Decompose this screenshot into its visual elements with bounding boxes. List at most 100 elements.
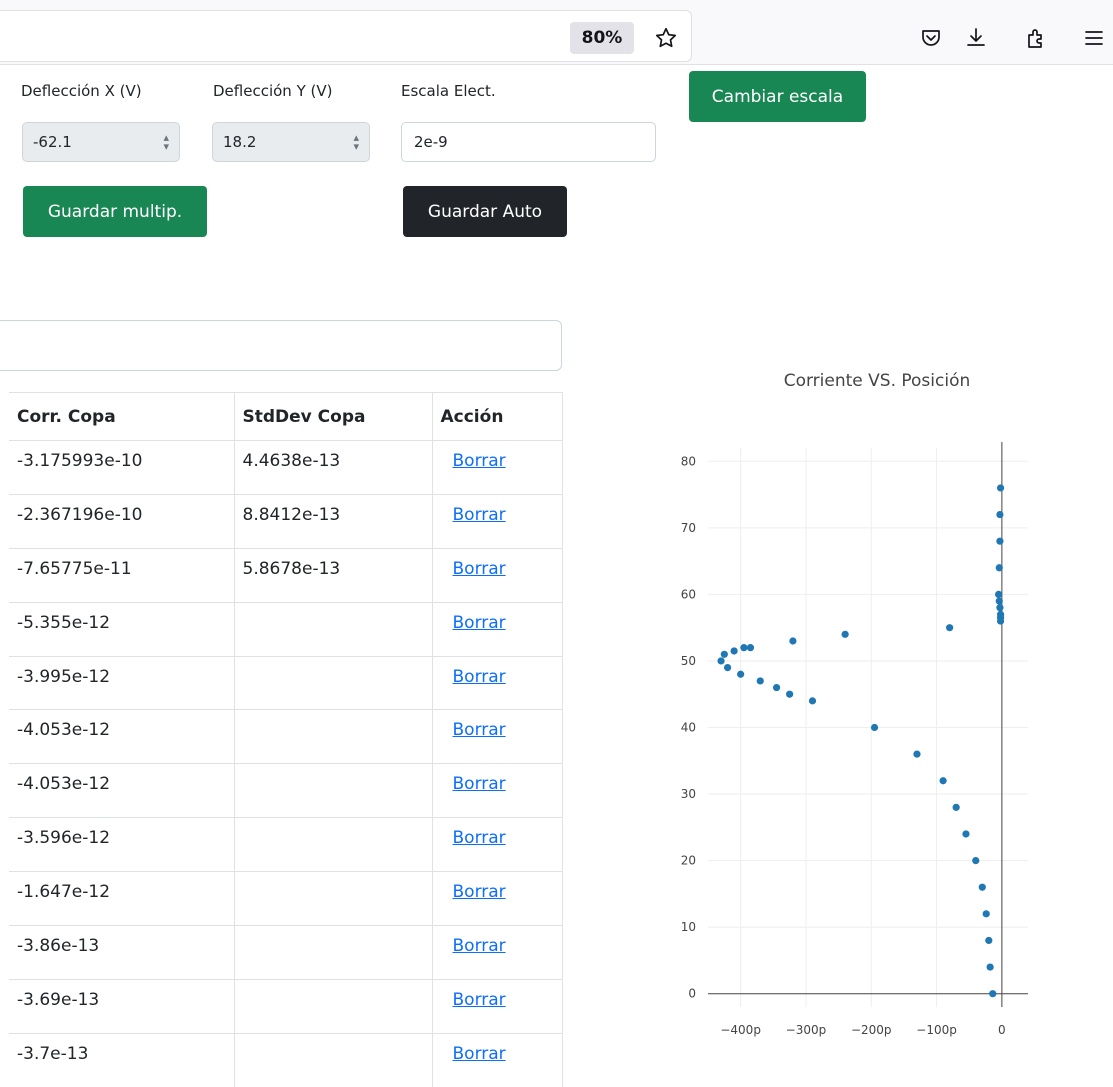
data-point[interactable]: [952, 803, 960, 811]
data-point[interactable]: [972, 856, 980, 865]
deflection-x-input[interactable]: -62.1 ▴ ▾: [22, 122, 180, 162]
save-auto-button[interactable]: Guardar Auto: [403, 186, 567, 237]
data-point[interactable]: [996, 617, 1005, 625]
data-point[interactable]: [989, 990, 997, 998]
y-tick-label: 20: [681, 854, 696, 868]
data-point[interactable]: [996, 604, 1004, 612]
data-point[interactable]: [756, 677, 764, 685]
data-point[interactable]: [962, 830, 970, 838]
delete-link[interactable]: Borrar: [453, 882, 506, 902]
corr-cell: -5.355e-12: [9, 601, 235, 657]
data-point[interactable]: [746, 644, 755, 652]
table-row: -3.69e-13 Borrar: [9, 978, 563, 1034]
search-input[interactable]: [0, 320, 562, 371]
column-header-std: StdDev Copa: [234, 392, 433, 441]
delete-link[interactable]: Borrar: [453, 505, 506, 525]
x-tick-label: 0: [998, 1023, 1006, 1037]
data-point[interactable]: [841, 630, 849, 638]
data-point[interactable]: [772, 683, 781, 692]
std-cell: [234, 655, 433, 710]
delete-link[interactable]: Borrar: [453, 667, 506, 687]
data-point[interactable]: [717, 657, 725, 665]
corr-cell: -3.86e-13: [9, 925, 235, 980]
deflection-y-value: 18.2: [223, 133, 257, 151]
delete-link[interactable]: Borrar: [453, 720, 506, 740]
table-row: -3.596e-12 Borrar: [9, 817, 563, 872]
corr-cell: -3.995e-12: [9, 655, 235, 710]
data-point[interactable]: [978, 883, 986, 891]
data-point[interactable]: [995, 590, 1003, 599]
corr-cell: -3.596e-12: [9, 817, 235, 872]
y-tick-label: 80: [681, 454, 696, 468]
table-header-row: Corr. Copa StdDev Copa Acción: [9, 392, 563, 441]
table-row: -1.647e-12 Borrar: [9, 871, 563, 926]
delete-link[interactable]: Borrar: [453, 828, 506, 848]
data-point[interactable]: [737, 670, 745, 678]
data-point[interactable]: [986, 963, 994, 971]
menu-icon[interactable]: [1078, 22, 1110, 54]
data-point[interactable]: [720, 650, 728, 658]
y-tick-label: 70: [681, 521, 696, 535]
extensions-icon[interactable]: [1020, 22, 1052, 54]
data-point[interactable]: [723, 664, 732, 672]
data-point[interactable]: [996, 484, 1005, 492]
action-cell: Borrar: [432, 493, 563, 549]
data-point[interactable]: [913, 750, 921, 758]
data-point[interactable]: [740, 644, 748, 652]
data-point[interactable]: [985, 936, 993, 945]
y-tick-label: 10: [681, 920, 696, 934]
action-cell: Borrar: [432, 978, 563, 1034]
corr-cell: -7.65775e-11: [9, 547, 235, 603]
data-point[interactable]: [995, 564, 1003, 572]
data-point[interactable]: [939, 777, 947, 785]
table-row: -7.65775e-11 5.8678e-13 Borrar: [9, 547, 563, 603]
zoom-level-badge[interactable]: 80%: [570, 22, 634, 54]
data-point[interactable]: [789, 637, 797, 645]
data-point[interactable]: [946, 624, 954, 632]
delete-link[interactable]: Borrar: [453, 774, 506, 794]
data-point[interactable]: [808, 697, 817, 705]
data-point[interactable]: [870, 723, 879, 732]
delete-link[interactable]: Borrar: [453, 936, 506, 956]
std-cell: [234, 978, 433, 1034]
chart-axes: [708, 442, 1028, 1007]
bookmark-star-icon[interactable]: [650, 22, 682, 54]
data-point[interactable]: [996, 537, 1004, 545]
download-icon[interactable]: [960, 22, 992, 54]
toolbar-divider: [0, 64, 1113, 65]
spinner-arrows-icon[interactable]: ▴ ▾: [163, 132, 169, 152]
action-cell: Borrar: [432, 925, 563, 980]
table-row: -2.367196e-10 8.8412e-13 Borrar: [9, 493, 563, 549]
delete-link[interactable]: Borrar: [453, 1044, 506, 1064]
data-point[interactable]: [786, 690, 794, 698]
deflection-y-input[interactable]: 18.2 ▴ ▾: [212, 122, 370, 162]
column-header-action: Acción: [432, 392, 563, 441]
delete-link[interactable]: Borrar: [453, 613, 506, 633]
pocket-icon[interactable]: [915, 22, 947, 54]
corr-cell: -2.367196e-10: [9, 493, 235, 549]
chart-grid: [708, 448, 1028, 1007]
table-row: -5.355e-12 Borrar: [9, 601, 563, 657]
data-point[interactable]: [996, 510, 1004, 519]
action-cell: Borrar: [432, 871, 563, 926]
deflection-x-value: -62.1: [33, 133, 72, 151]
data-point[interactable]: [982, 910, 990, 918]
scale-input[interactable]: 2e-9: [401, 122, 656, 162]
save-multi-button[interactable]: Guardar multip.: [23, 186, 207, 237]
change-scale-button[interactable]: Cambiar escala: [689, 71, 866, 122]
data-point[interactable]: [730, 647, 738, 655]
std-cell: [234, 601, 433, 657]
std-cell: [234, 763, 433, 818]
spinner-arrows-icon[interactable]: ▴ ▾: [353, 132, 359, 152]
x-tick-label: −300p: [786, 1023, 827, 1037]
data-point[interactable]: [995, 597, 1003, 605]
y-tick-label: 50: [681, 654, 696, 668]
std-cell: [234, 709, 433, 764]
delete-link[interactable]: Borrar: [453, 990, 506, 1010]
std-cell: 4.4638e-13: [234, 440, 433, 495]
table-row: -3.175993e-10 4.4638e-13 Borrar: [9, 440, 563, 495]
deflection-x-label: Deflección X (V): [21, 82, 142, 100]
delete-link[interactable]: Borrar: [453, 451, 506, 471]
delete-link[interactable]: Borrar: [453, 559, 506, 579]
scale-label: Escala Elect.: [401, 82, 496, 100]
